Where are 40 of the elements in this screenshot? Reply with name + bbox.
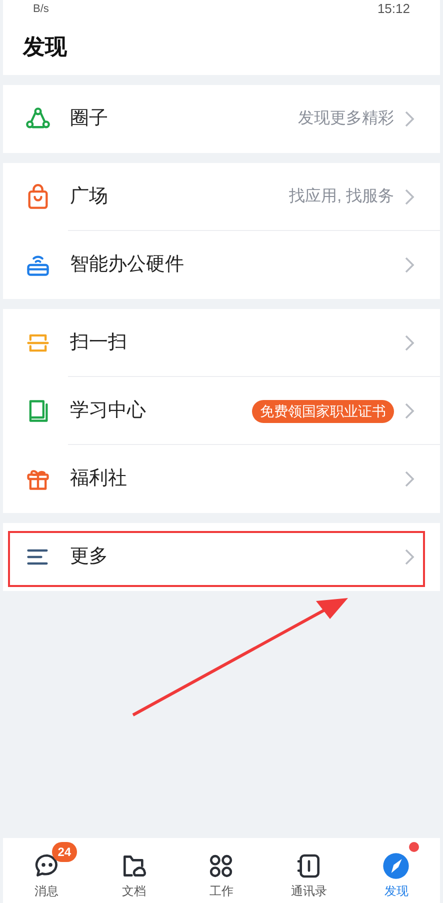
tab-label: 消息 (34, 882, 59, 900)
tab[interactable]: 通讯录 (274, 842, 344, 900)
item-label: 广场 (70, 184, 109, 209)
status-time: 15:12 (377, 0, 410, 18)
item-label: 扫一扫 (70, 330, 128, 355)
unread-count: 24 (52, 842, 78, 862)
list-item[interactable]: 扫一扫 (3, 309, 440, 377)
promo-badge: 免费领国家职业证书 (252, 400, 394, 422)
compass-icon (382, 852, 410, 880)
list-item[interactable]: 福利社 (3, 445, 440, 513)
tab[interactable]: 发现 (361, 842, 432, 900)
list-item[interactable]: 更多 (3, 523, 440, 591)
tab[interactable]: 文档 (99, 842, 170, 900)
chevron-right-icon (404, 109, 416, 129)
chevron-right-icon (404, 547, 416, 567)
item-hint: 找应用, 找服务 (289, 186, 394, 207)
shopping-bag-icon (25, 184, 51, 210)
chevron-right-icon (404, 255, 416, 275)
item-hint: 发现更多精彩 (298, 109, 394, 129)
item-label: 智能办公硬件 (70, 252, 185, 277)
item-label: 圈子 (70, 106, 109, 131)
tab[interactable]: 工作 (186, 842, 256, 900)
network-speed: B/s (33, 2, 49, 17)
page-title: 发现 (23, 33, 67, 61)
tab-label: 通讯录 (290, 882, 327, 900)
tab-label: 发现 (384, 882, 408, 900)
chevron-right-icon (404, 187, 416, 207)
item-label: 更多 (70, 544, 109, 569)
list-item[interactable]: 学习中心 免费领国家职业证书 (3, 377, 440, 445)
tab-label: 文档 (122, 882, 146, 900)
tab-label: 工作 (209, 882, 234, 900)
chevron-right-icon (404, 333, 416, 353)
item-label: 福利社 (70, 466, 128, 491)
tab[interactable]: 消息 24 (12, 842, 82, 900)
list-item[interactable]: 圈子 发现更多精彩 (3, 85, 440, 153)
chevron-right-icon (404, 401, 416, 421)
list-item[interactable]: 广场 找应用, 找服务 (3, 163, 440, 231)
list-item[interactable]: 智能办公硬件 (3, 231, 440, 299)
item-label: 学习中心 (70, 398, 147, 423)
chevron-right-icon (404, 469, 416, 489)
